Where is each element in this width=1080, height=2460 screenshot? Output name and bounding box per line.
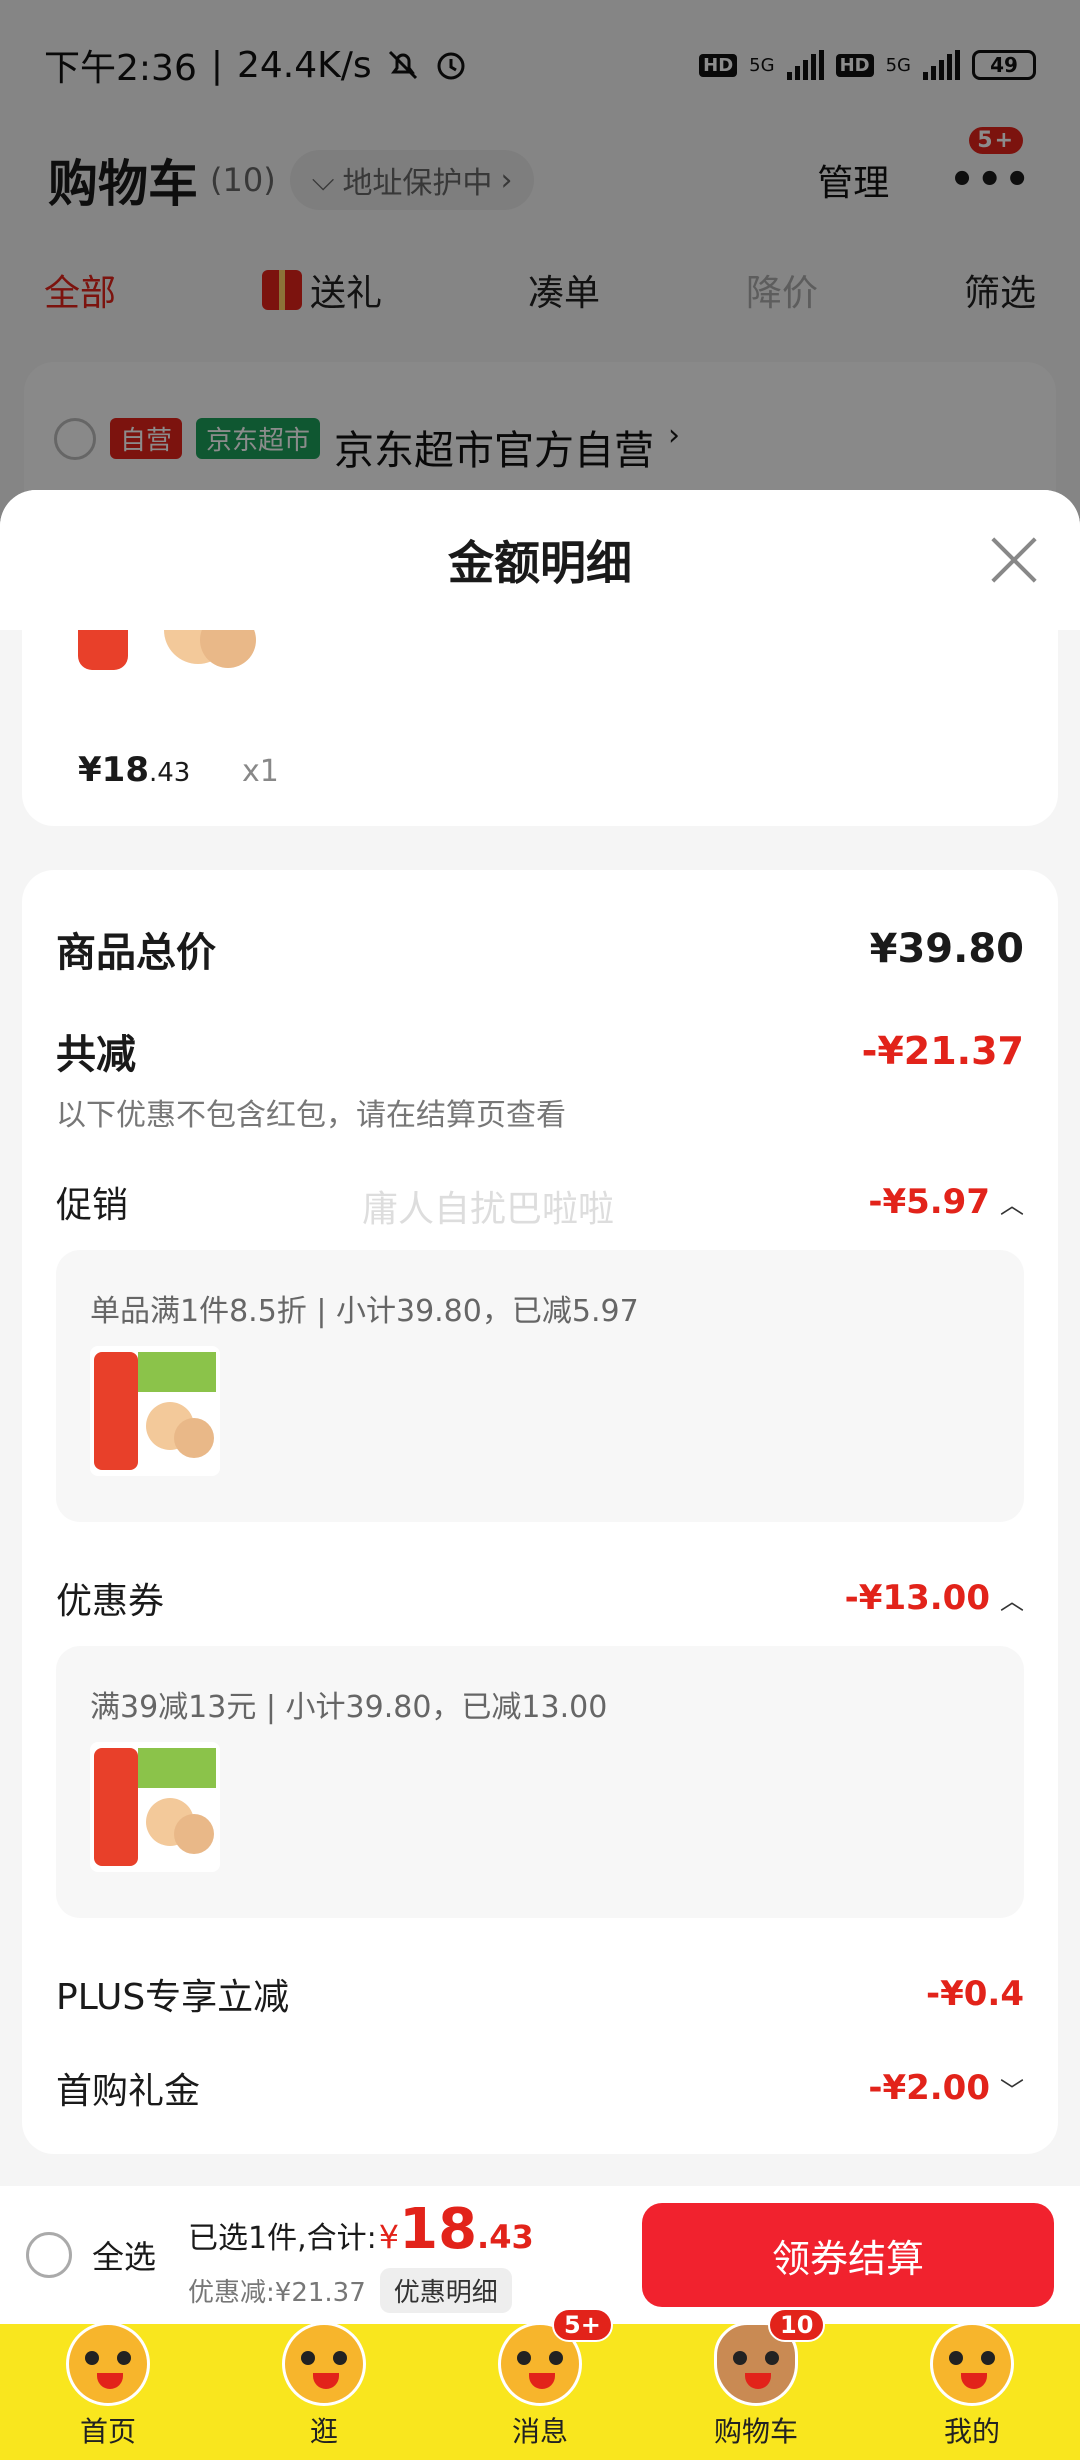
- product-price-dec: .43: [148, 758, 191, 788]
- nav-messages-label: 消息: [511, 2415, 568, 2448]
- home-mascot-icon: [66, 2322, 150, 2406]
- promo-value: -¥5.97: [868, 1182, 990, 1222]
- browse-mascot-icon: [282, 2322, 366, 2406]
- product-price-int: ¥18: [78, 750, 149, 790]
- summary-total: 已选1件,合计: ¥ 18 .43: [188, 2197, 534, 2262]
- first-purchase-value-wrap: -¥2.00 ﹀: [868, 2068, 1024, 2108]
- plus-label: PLUS专享立减: [56, 1977, 290, 2018]
- selected-label: 已选1件,合计:: [188, 2221, 377, 2256]
- promo-label: 促销: [56, 1185, 129, 1226]
- total-label: 商品总价: [56, 930, 216, 976]
- nav-me[interactable]: 我的: [892, 2322, 1052, 2450]
- nav-cart[interactable]: 10 购物车: [676, 2308, 836, 2450]
- promo-detail-box: 单品满1件8.5折 | 小计39.80，已减5.97: [56, 1250, 1024, 1522]
- select-all-label: 全选: [92, 2238, 157, 2276]
- summary-savings: 优惠减:¥21.37 优惠明细: [188, 2268, 534, 2313]
- product-card: ¥18.43 x1: [22, 630, 1058, 826]
- coupon-value-wrap: -¥13.00 ︿: [845, 1578, 1024, 1618]
- sheet-title: 金额明细: [448, 536, 632, 590]
- coupon-label: 优惠券: [56, 1581, 165, 1622]
- discount-value: -¥21.37: [861, 1029, 1024, 1073]
- chevron-up-icon: ︿: [1000, 1190, 1024, 1219]
- nav-browse-label: 逛: [309, 2415, 338, 2448]
- bottom-navigation: 首页 逛 5+ 消息 10 购物车 我的: [0, 2308, 1080, 2460]
- nav-browse[interactable]: 逛: [244, 2322, 404, 2450]
- discount-row: 共减 -¥21.37: [56, 1022, 1024, 1080]
- amount-detail-sheet: 金额明细 ¥18.43 x1 商品总价 ¥39.80 共减 -¥21.37 以下…: [0, 490, 1080, 2190]
- order-summary: 已选1件,合计: ¥ 18 .43 优惠减:¥21.37 优惠明细: [188, 2197, 534, 2313]
- nav-messages[interactable]: 5+ 消息: [460, 2308, 620, 2450]
- total-decimal: .43: [477, 2218, 534, 2256]
- coupon-product-thumbnail: [90, 1742, 220, 1872]
- discount-detail-button[interactable]: 优惠明细: [379, 2268, 512, 2313]
- price-detail-card: 商品总价 ¥39.80 共减 -¥21.37 以下优惠不包含红包，请在结算页查看…: [22, 870, 1058, 2154]
- coupon-row[interactable]: 优惠券 -¥13.00 ︿: [56, 1572, 1024, 1624]
- promo-value-wrap: -¥5.97 ︿: [868, 1182, 1024, 1222]
- total-value: ¥39.80: [869, 926, 1024, 972]
- nav-me-label: 我的: [943, 2415, 1000, 2448]
- chevron-up-icon: ︿: [1000, 1586, 1024, 1615]
- total-integer: 18: [399, 2197, 478, 2262]
- promo-detail-text: 单品满1件8.5折 | 小计39.80，已减5.97: [90, 1294, 639, 1329]
- promo-product-thumbnail: [90, 1346, 220, 1476]
- close-icon[interactable]: [990, 536, 1038, 584]
- checkout-button[interactable]: 领券结算: [642, 2203, 1054, 2307]
- total-currency: ¥: [378, 2218, 400, 2256]
- select-all-checkbox[interactable]: [26, 2232, 72, 2278]
- savings-label: 优惠减:¥21.37: [188, 2278, 366, 2308]
- first-purchase-label: 首购礼金: [56, 2071, 201, 2112]
- plus-row: PLUS专享立减 -¥0.4: [56, 1968, 1024, 2020]
- product-price: ¥18.43: [78, 750, 190, 790]
- sheet-header: 金额明细: [0, 490, 1080, 630]
- product-quantity: x1: [242, 754, 279, 789]
- nav-cart-label: 购物车: [713, 2415, 798, 2448]
- discount-note: 以下优惠不包含红包，请在结算页查看: [56, 1098, 566, 1133]
- coupon-detail-box: 满39减13元 | 小计39.80，已减13.00: [56, 1646, 1024, 1918]
- coupon-value: -¥13.00: [844, 1578, 990, 1618]
- coupon-detail-text: 满39减13元 | 小计39.80，已减13.00: [90, 1690, 608, 1725]
- me-mascot-icon: [930, 2322, 1014, 2406]
- first-purchase-value: -¥2.00: [868, 2068, 990, 2108]
- messages-badge: 5+: [552, 2308, 613, 2342]
- promo-row[interactable]: 促销 -¥5.97 ︿: [56, 1176, 1024, 1228]
- product-thumbnail: [78, 630, 256, 670]
- discount-label: 共减: [56, 1032, 136, 1078]
- plus-value: -¥0.4: [926, 1974, 1024, 2014]
- first-purchase-row[interactable]: 首购礼金 -¥2.00 ﹀: [56, 2062, 1024, 2114]
- cart-badge: 10: [768, 2308, 826, 2342]
- select-all-toggle[interactable]: 全选: [26, 2232, 156, 2278]
- nav-home[interactable]: 首页: [28, 2322, 188, 2450]
- checkout-bar: 全选 已选1件,合计: ¥ 18 .43 优惠减:¥21.37 优惠明细 领券结…: [0, 2186, 1080, 2324]
- nav-home-label: 首页: [79, 2415, 136, 2448]
- total-row: 商品总价 ¥39.80: [56, 920, 1024, 978]
- chevron-down-icon: ﹀: [1000, 2076, 1024, 2105]
